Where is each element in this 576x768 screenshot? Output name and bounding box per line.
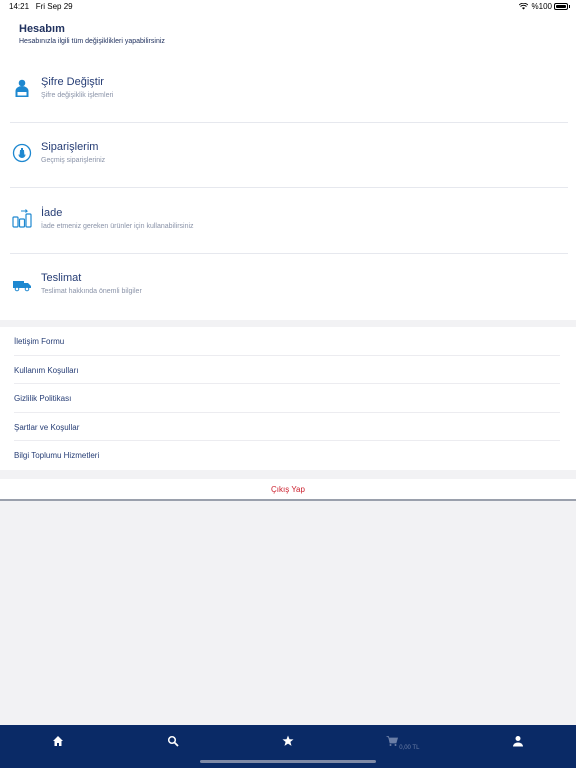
link-information-society-services[interactable]: Bilgi Toplumu Hizmetleri: [0, 441, 576, 470]
link-terms-of-use[interactable]: Kullanım Koşulları: [0, 356, 576, 385]
link-label: Gizlilik Politikası: [14, 394, 72, 404]
menu-item-desc: Teslimat hakkında önemli bilgiler: [41, 288, 142, 295]
menu-item-label: Teslimat: [41, 272, 82, 284]
info-links: İletişim Formu Kullanım Koşulları Gizlil…: [0, 327, 576, 470]
menu-item-desc: İade etmeniz gereken ürünler için kullan…: [41, 223, 194, 230]
profile-icon: [513, 736, 524, 747]
search-icon: [167, 735, 179, 747]
battery-icon: [554, 3, 570, 10]
battery-percent: %100: [531, 2, 552, 11]
menu-item-label: Siparişlerim: [41, 141, 99, 153]
tab-home[interactable]: [0, 725, 115, 768]
link-label: Şartlar ve Koşullar: [14, 422, 80, 432]
menu-item-label: İade: [41, 207, 63, 219]
divider: [10, 187, 568, 188]
account-menu: Şifre Değiştir Şifre değişiklik işlemler…: [0, 58, 576, 320]
link-contact-form[interactable]: İletişim Formu: [0, 327, 576, 356]
home-indicator: [200, 760, 376, 763]
status-right: %100: [518, 2, 552, 11]
star-icon: [282, 735, 294, 746]
link-label: Kullanım Koşulları: [14, 365, 79, 375]
status-date: Fri Sep 29: [35, 2, 73, 11]
link-terms-and-conditions[interactable]: Şartlar ve Koşullar: [0, 413, 576, 442]
menu-item-desc: Şifre değişiklik işlemleri: [41, 92, 114, 99]
page-subtitle: Hesabınızla ilgili tüm değişiklikleri ya…: [19, 38, 165, 45]
link-label: İletişim Formu: [14, 337, 65, 346]
status-time-date: 14:21 Fri Sep 29: [9, 2, 73, 11]
cart-icon: [386, 736, 398, 746]
tab-profile[interactable]: [461, 725, 576, 768]
page-title: Hesabım: [19, 23, 65, 35]
menu-item-orders[interactable]: Siparişlerim Geçmiş siparişleriniz: [0, 123, 576, 188]
link-label: Bilgi Toplumu Hizmetleri: [14, 451, 100, 461]
menu-item-change-password[interactable]: Şifre Değiştir Şifre değişiklik işlemler…: [0, 58, 576, 123]
logout-button[interactable]: Çıkış Yap: [0, 479, 576, 501]
orders-icon: [12, 143, 32, 163]
link-privacy-policy[interactable]: Gizlilik Politikası: [0, 384, 576, 413]
status-time: 14:21: [9, 2, 30, 11]
logout-label: Çıkış Yap: [271, 485, 305, 494]
cart-total: 0,00 TL: [399, 745, 420, 751]
status-bar: 14:21 Fri Sep 29 %100: [0, 0, 576, 14]
menu-item-label: Şifre Değiştir: [41, 76, 104, 88]
page-header: Hesabım Hesabınızla ilgili tüm değişikli…: [0, 14, 576, 58]
menu-item-return[interactable]: İade İade etmeniz gereken ürünler için k…: [0, 189, 576, 254]
wifi-icon: [518, 3, 528, 10]
delivery-truck-icon: [13, 281, 31, 292]
user-icon: [15, 79, 29, 97]
menu-item-delivery[interactable]: Teslimat Teslimat hakkında önemli bilgil…: [0, 254, 576, 319]
home-icon: [52, 736, 63, 746]
menu-item-desc: Geçmiş siparişleriniz: [41, 157, 106, 164]
return-icon: [12, 209, 32, 228]
